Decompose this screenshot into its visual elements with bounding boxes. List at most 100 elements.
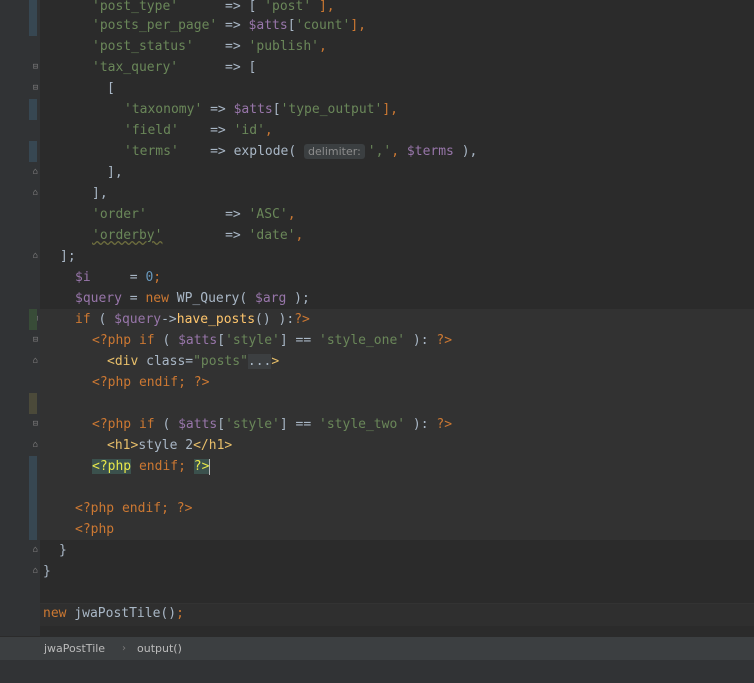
vcs-change-marker[interactable] bbox=[29, 456, 37, 540]
fold-icon[interactable]: ⊟ bbox=[31, 63, 40, 72]
code-line[interactable] bbox=[40, 477, 754, 498]
code-token: if bbox=[131, 417, 155, 432]
fold-icon[interactable]: ⌂ bbox=[31, 252, 40, 261]
code-token: endif bbox=[114, 501, 162, 516]
code-token: <?php bbox=[75, 501, 115, 516]
vcs-change-marker[interactable] bbox=[29, 141, 37, 162]
code-line[interactable]: <?php endif; ?> bbox=[40, 498, 754, 519]
code-token: => [ bbox=[178, 60, 257, 75]
code-token: jwaPostTile() bbox=[66, 606, 177, 621]
fold-icon[interactable]: ⊟ bbox=[31, 84, 40, 93]
code-token: "posts" bbox=[193, 354, 248, 369]
code-line[interactable]: <?php if ( $atts['style'] == 'style_one'… bbox=[40, 330, 754, 351]
code-line[interactable]: <?php bbox=[40, 519, 754, 540]
code-line[interactable]: new jwaPostTile(); bbox=[40, 603, 754, 624]
code-line[interactable]: 'orderby' => 'date', bbox=[40, 225, 754, 246]
code-token: ] == bbox=[279, 417, 320, 432]
code-line[interactable]: 'post_status' => 'publish', bbox=[40, 36, 754, 57]
code-token: 'style_one' bbox=[319, 333, 406, 348]
code-token: -> bbox=[161, 312, 177, 327]
code-token: => bbox=[146, 207, 249, 222]
code-line[interactable]: } bbox=[40, 561, 754, 582]
code-token: ?> bbox=[436, 333, 453, 348]
fold-icon[interactable]: ⊟ bbox=[31, 336, 40, 345]
code-line[interactable]: if ( $query->have_posts() ):?> bbox=[40, 309, 754, 330]
code-line[interactable]: <?php endif; ?> bbox=[40, 372, 754, 393]
code-line[interactable]: ], bbox=[40, 183, 754, 204]
code-token: 'style' bbox=[225, 333, 280, 348]
fold-icon[interactable]: ⌂ bbox=[31, 168, 40, 177]
code-token: , bbox=[287, 207, 296, 222]
vcs-change-marker[interactable] bbox=[29, 0, 37, 36]
fold-icon[interactable]: ⌂ bbox=[31, 567, 40, 576]
code-token: , bbox=[391, 144, 407, 159]
code-token: ?> bbox=[294, 312, 310, 327]
code-line[interactable]: [ bbox=[40, 78, 754, 99]
code-line[interactable]: 'terms' => explode( delimiter: ',', $term… bbox=[40, 141, 754, 162]
vcs-change-marker[interactable] bbox=[29, 99, 37, 120]
code-token: ( bbox=[90, 312, 115, 327]
code-token: ?> bbox=[193, 459, 210, 474]
code-line[interactable]: <h1>style 2</h1> bbox=[40, 435, 754, 456]
fold-icon[interactable]: ⌂ bbox=[31, 546, 40, 555]
code-line[interactable]: 'taxonomy' => $atts['type_output'], bbox=[40, 99, 754, 120]
code-token: 'order' bbox=[92, 207, 147, 222]
code-token: have_posts bbox=[176, 312, 256, 327]
code-token: = bbox=[185, 354, 194, 369]
breadcrumb-class[interactable]: jwaPostTile bbox=[44, 637, 105, 661]
code-line[interactable]: ]; bbox=[40, 246, 754, 267]
code-token: [ bbox=[217, 417, 226, 432]
code-token: <?php bbox=[92, 459, 132, 474]
parameter-hint: delimiter: bbox=[304, 144, 365, 159]
code-token: $i bbox=[75, 270, 91, 285]
vcs-change-marker[interactable] bbox=[29, 393, 37, 414]
bottom-panel bbox=[0, 660, 754, 683]
code-token: if bbox=[131, 333, 155, 348]
code-line[interactable]: <div class="posts"...> bbox=[40, 351, 754, 372]
code-token: 'post_status' bbox=[92, 39, 194, 54]
code-token: WP_Query( bbox=[168, 291, 256, 306]
code-token: endif bbox=[131, 459, 179, 474]
code-token: 'count' bbox=[295, 18, 351, 33]
code-token: => bbox=[162, 228, 249, 243]
code-line[interactable] bbox=[40, 393, 754, 414]
code-token: ',' bbox=[367, 144, 392, 159]
fold-icon[interactable]: ⌂ bbox=[31, 189, 40, 198]
editor-gutter[interactable]: ⊟⊟⌂⌂⌂⊟⊟⌂⊟⌂⌂⌂ bbox=[0, 0, 40, 636]
code-line[interactable]: $query = new WP_Query( $arg ); bbox=[40, 288, 754, 309]
code-token: ; bbox=[153, 270, 162, 285]
vcs-change-marker[interactable] bbox=[29, 309, 37, 330]
code-token: ?> bbox=[436, 417, 453, 432]
code-token: } bbox=[59, 543, 67, 558]
code-line[interactable]: 'field' => 'id', bbox=[40, 120, 754, 141]
code-token: ), bbox=[453, 144, 478, 159]
code-token: ; bbox=[161, 501, 177, 516]
code-line[interactable] bbox=[40, 582, 754, 603]
code-token: $atts bbox=[248, 18, 288, 33]
code-token: 'posts_per_page' bbox=[92, 18, 218, 33]
fold-icon[interactable]: ⌂ bbox=[31, 357, 40, 366]
code-token: 'post_type' bbox=[92, 0, 179, 14]
code-token: <?php bbox=[92, 333, 132, 348]
code-line[interactable]: $i = 0; bbox=[40, 267, 754, 288]
code-line[interactable]: 'tax_query' => [ bbox=[40, 57, 754, 78]
code-token: = bbox=[121, 291, 146, 306]
code-token: [ bbox=[272, 102, 281, 117]
code-token: $terms bbox=[406, 144, 454, 159]
code-line[interactable]: <?php endif; ?> bbox=[40, 456, 754, 477]
code-token: 'style_two' bbox=[319, 417, 406, 432]
code-line[interactable]: 'order' => 'ASC', bbox=[40, 204, 754, 225]
fold-icon[interactable]: ⌂ bbox=[31, 441, 40, 450]
code-line[interactable]: ], bbox=[40, 162, 754, 183]
code-token: <?php bbox=[92, 417, 132, 432]
code-token: 'id' bbox=[233, 123, 265, 138]
folded-code-placeholder[interactable]: ... bbox=[247, 354, 272, 369]
code-editor[interactable]: ⊟⊟⌂⌂⌂⊟⊟⌂⊟⌂⌂⌂ 'post_type' => [ 'post' ],'… bbox=[0, 0, 754, 636]
breadcrumb-method[interactable]: output() bbox=[137, 637, 182, 661]
code-line[interactable]: 'posts_per_page' => $atts['count'], bbox=[40, 15, 754, 36]
code-line[interactable]: } bbox=[40, 540, 754, 561]
code-line[interactable]: <?php if ( $atts['style'] == 'style_two'… bbox=[40, 414, 754, 435]
fold-icon[interactable]: ⊟ bbox=[31, 420, 40, 429]
code-token: style 2 bbox=[138, 438, 194, 453]
code-token: ): bbox=[405, 333, 437, 348]
